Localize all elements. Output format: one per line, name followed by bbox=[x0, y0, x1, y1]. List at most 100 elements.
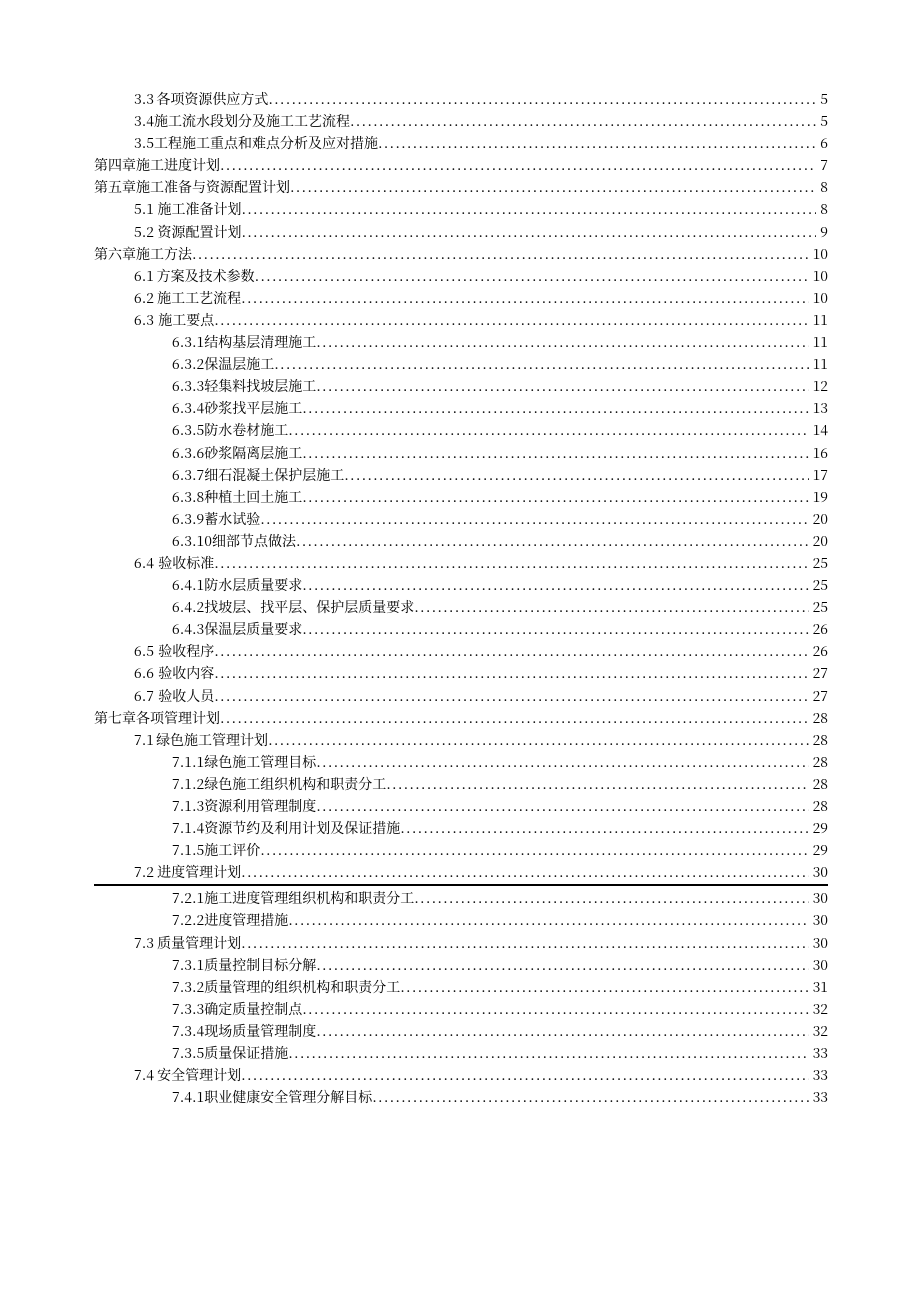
toc-entry-title: 砂浆找平层施工 bbox=[204, 397, 302, 419]
toc-entry: 7.2.1施工进度管理组织机构和职责分工30 bbox=[94, 887, 828, 909]
toc-entry-number: 6.4.2 bbox=[172, 596, 204, 618]
toc-entry-number: 6.3.5 bbox=[172, 419, 204, 441]
toc-page-number: 33 bbox=[809, 1064, 828, 1086]
toc-entry: 6.4.3保温层质量要求26 bbox=[94, 618, 828, 640]
toc-page-number: 12 bbox=[809, 375, 828, 397]
toc-entry-title: 种植土回土施工 bbox=[204, 486, 302, 508]
toc-page-number: 16 bbox=[809, 442, 828, 464]
toc-entry-number: 6.4.3 bbox=[172, 618, 204, 640]
toc-entry: 7.1.2绿色施工组织机构和职责分工28 bbox=[94, 773, 828, 795]
document-page: 3.3各项资源供应方式53.4施工流水段划分及施工工艺流程53.5工程施工重点和… bbox=[0, 0, 920, 1301]
toc-entry: 3.5工程施工重点和难点分析及应对措施6 bbox=[94, 132, 828, 154]
toc-page-number: 30 bbox=[809, 954, 828, 976]
toc-page-number: 28 bbox=[809, 707, 828, 729]
toc-entry-title: 施工准备计划 bbox=[157, 198, 241, 220]
toc-entry-title: 验收标准 bbox=[158, 552, 214, 574]
toc-entry-number: 7.1.4 bbox=[172, 817, 204, 839]
toc-dot-leader bbox=[241, 221, 816, 243]
toc-entry-title: 验收程序 bbox=[158, 640, 214, 662]
toc-entry: 6.3.2保温层施工11 bbox=[94, 353, 828, 375]
toc-entry-number: 6.3.6 bbox=[172, 442, 204, 464]
toc-dot-leader bbox=[241, 287, 808, 309]
toc-entry-number: 7.2.2 bbox=[172, 909, 204, 931]
toc-entry-title: 资源节约及利用计划及保证措施 bbox=[204, 817, 400, 839]
toc-entry: 7.3.3确定质量控制点32 bbox=[94, 998, 828, 1020]
toc-page-number: 31 bbox=[809, 976, 828, 998]
toc-entry-number: 7.1 bbox=[134, 729, 156, 751]
toc-entry: 6.3.9蓄水试验20 bbox=[94, 508, 828, 530]
toc-entry-title: 施工进度计划 bbox=[136, 154, 220, 176]
toc-entry-number: 6.3.2 bbox=[172, 353, 204, 375]
toc-entry: 6.6验收内容27 bbox=[94, 662, 828, 684]
toc-page-number: 11 bbox=[809, 309, 828, 331]
toc-entry: 5.2资源配置计划9 bbox=[94, 221, 828, 243]
toc-dot-leader bbox=[400, 976, 808, 998]
toc-page-number: 10 bbox=[809, 287, 828, 309]
toc-page-number: 5 bbox=[816, 88, 828, 110]
toc-entry-number: 6.4 bbox=[134, 552, 158, 574]
toc-page-number: 26 bbox=[809, 640, 828, 662]
toc-page-number: 30 bbox=[809, 909, 828, 931]
toc-dot-leader bbox=[302, 574, 808, 596]
toc-dot-leader bbox=[214, 309, 808, 331]
toc-page-number: 10 bbox=[809, 265, 828, 287]
toc-entry-title: 验收内容 bbox=[158, 662, 214, 684]
toc-page-number: 28 bbox=[809, 795, 828, 817]
toc-entry-title: 现场质量管理制度 bbox=[204, 1020, 316, 1042]
toc-entry-title: 质量控制目标分解 bbox=[204, 954, 316, 976]
toc-entry: 7.1.3资源利用管理制度28 bbox=[94, 795, 828, 817]
toc-entry-title: 确定质量控制点 bbox=[204, 998, 302, 1020]
toc-entry-title: 方案及技术参数 bbox=[157, 265, 255, 287]
toc-dot-leader bbox=[274, 353, 808, 375]
toc-entry: 6.3.10细部节点做法20 bbox=[94, 530, 828, 552]
toc-entry: 6.1方案及技术参数10 bbox=[94, 265, 828, 287]
toc-entry-number: 6.3.7 bbox=[172, 464, 204, 486]
toc-dot-leader bbox=[378, 132, 816, 154]
toc-entry-title: 质量管理的组织机构和职责分工 bbox=[204, 976, 400, 998]
toc-entry-number: 7.1.2 bbox=[172, 773, 204, 795]
toc-dot-leader bbox=[302, 998, 808, 1020]
toc-entry: 6.3.7细石混凝土保护层施工17 bbox=[94, 464, 828, 486]
toc-entry: 第四章施工进度计划7 bbox=[94, 154, 828, 176]
toc-entry: 7.1.1绿色施工管理目标28 bbox=[94, 751, 828, 773]
toc-page-number: 30 bbox=[809, 887, 828, 909]
toc-dot-leader bbox=[220, 707, 809, 729]
toc-entry-title: 结构基层清理施工 bbox=[204, 331, 316, 353]
toc-entry-number: 5.2 bbox=[134, 221, 157, 243]
toc-entry-number: 6.3.4 bbox=[172, 397, 204, 419]
toc-entry-title: 进度管理措施 bbox=[204, 909, 288, 931]
toc-page-number: 14 bbox=[809, 419, 828, 441]
toc-dot-leader bbox=[241, 861, 808, 883]
toc-entry-title: 工程施工重点和难点分析及应对措施 bbox=[154, 132, 378, 154]
toc-entry-number: 6.3.9 bbox=[172, 508, 204, 530]
toc-dot-leader bbox=[316, 795, 808, 817]
toc-page-number: 19 bbox=[809, 486, 828, 508]
toc-entry: 6.4.2找坡层、找平层、保护层质量要求25 bbox=[94, 596, 828, 618]
toc-page-number: 33 bbox=[809, 1086, 828, 1108]
toc-entry-title: 施工工艺流程 bbox=[157, 287, 241, 309]
toc-entry-number: 6.2 bbox=[134, 287, 157, 309]
toc-entry: 6.4.1防水层质量要求25 bbox=[94, 574, 828, 596]
toc-page-number: 11 bbox=[809, 353, 828, 375]
toc-entry: 6.3.8种植土回土施工19 bbox=[94, 486, 828, 508]
toc-dot-leader bbox=[290, 176, 816, 198]
toc-dot-leader bbox=[288, 909, 808, 931]
toc-entry: 7.4.1职业健康安全管理分解目标33 bbox=[94, 1086, 828, 1108]
toc-entry-number: 7.2 bbox=[134, 861, 157, 883]
toc-page-number: 27 bbox=[809, 685, 828, 707]
toc-page-number: 28 bbox=[809, 751, 828, 773]
toc-entry-number: 7.4 bbox=[134, 1064, 157, 1086]
toc-dot-leader bbox=[302, 486, 808, 508]
toc-dot-leader bbox=[372, 1086, 808, 1108]
toc-page-number: 25 bbox=[809, 574, 828, 596]
toc-entry-title: 安全管理计划 bbox=[157, 1064, 241, 1086]
toc-entry: 7.3质量管理计划30 bbox=[94, 932, 828, 954]
toc-entry-number: 3.3 bbox=[134, 88, 156, 110]
toc-dot-leader bbox=[344, 464, 808, 486]
toc-page-number: 8 bbox=[816, 176, 828, 198]
toc-chapter-heading: 第七章各项管理计划 bbox=[94, 707, 220, 729]
toc-dot-leader bbox=[414, 887, 808, 909]
toc-dot-leader bbox=[296, 530, 809, 552]
toc-chapter-heading: 第五章施工准备与资源配置计划 bbox=[94, 176, 290, 198]
toc-entry-title: 蓄水试验 bbox=[204, 508, 260, 530]
